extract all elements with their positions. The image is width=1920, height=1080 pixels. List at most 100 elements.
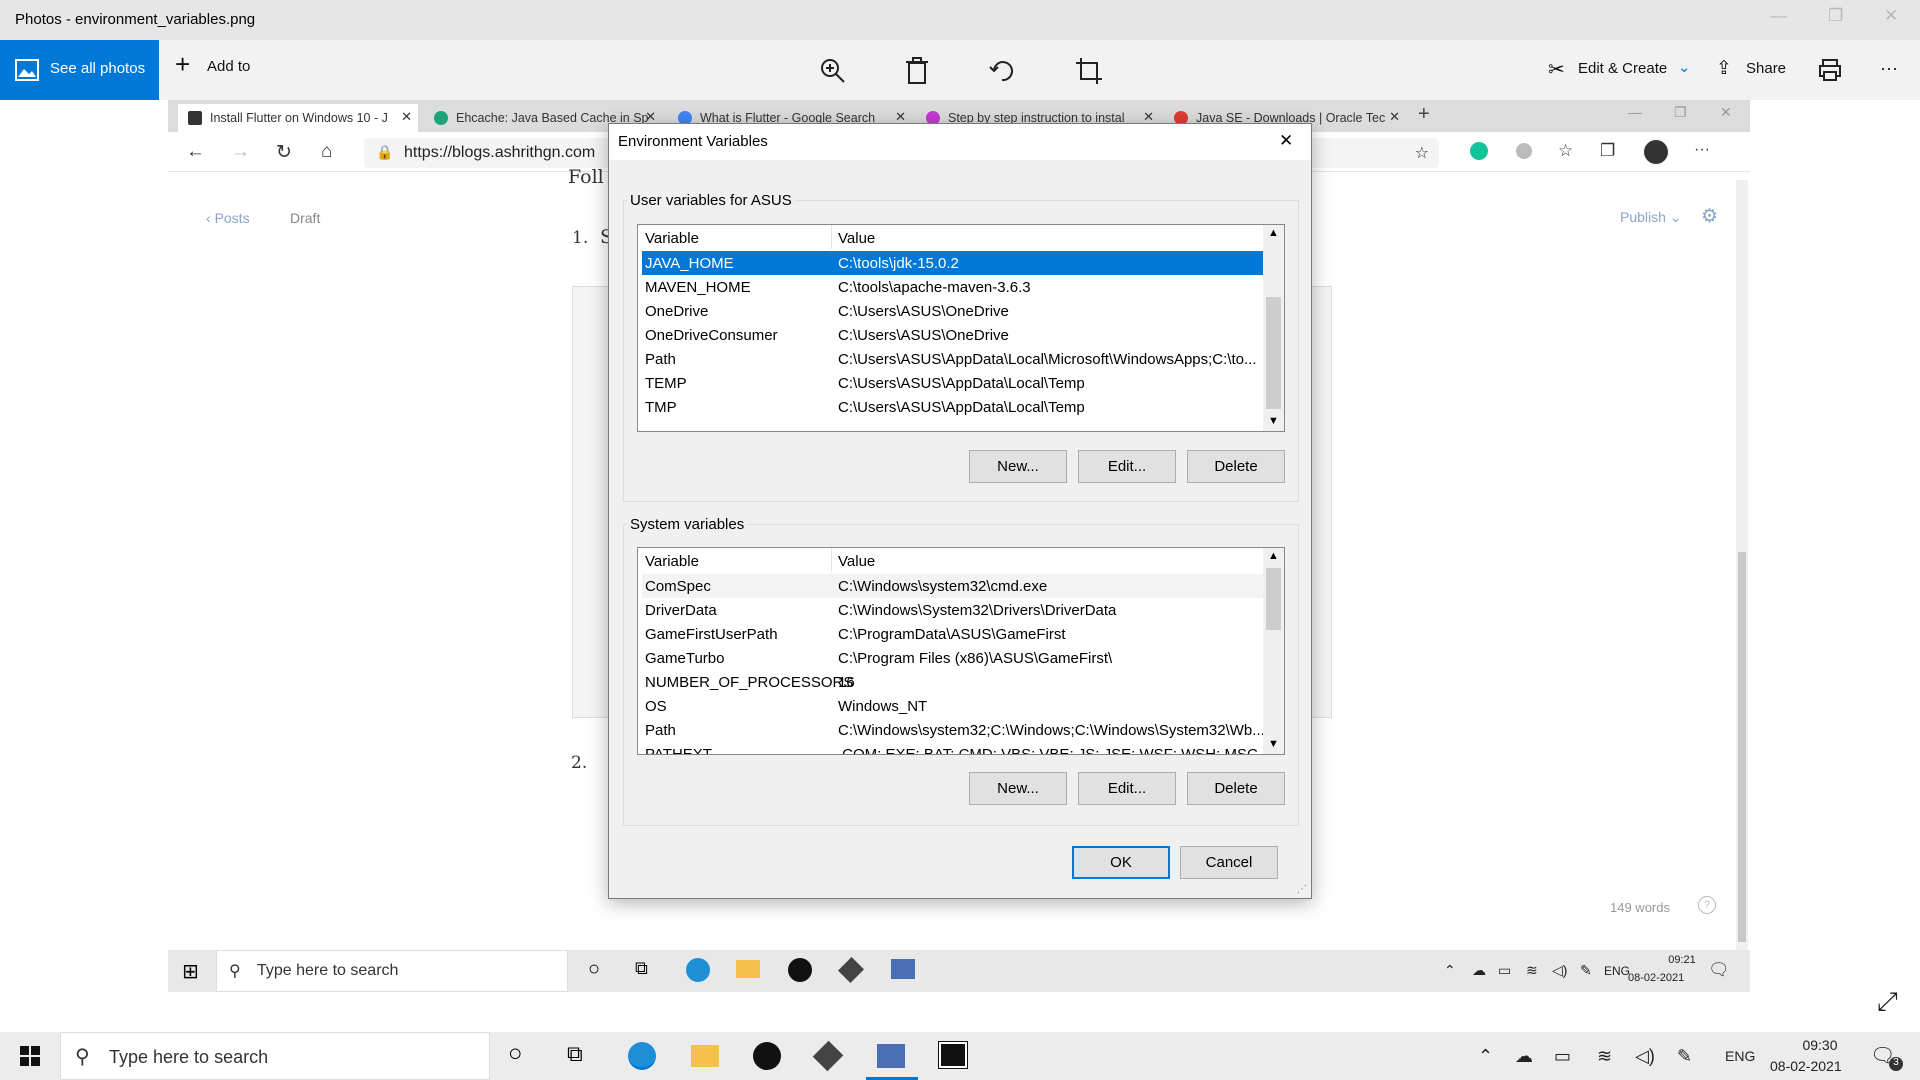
rotate-icon[interactable] (988, 57, 1016, 85)
language-indicator[interactable]: ENG (1604, 964, 1630, 978)
user-variable-row[interactable]: OneDriveConsumer C:\Users\ASUS\OneDrive (642, 323, 1264, 347)
user-variable-row[interactable]: Path C:\Users\ASUS\AppData\Local\Microsof… (642, 347, 1264, 371)
close-icon[interactable]: ✕ (1884, 6, 1898, 26)
home-icon[interactable]: ⌂ (321, 141, 332, 163)
wifi-icon[interactable]: ≋ (1597, 1046, 1612, 1067)
taskbar-search-box[interactable]: ⚲ Type here to search (60, 1032, 490, 1080)
browser-menu-icon[interactable]: ··· (1694, 141, 1710, 159)
settings-gear-icon[interactable]: ⚙ (1701, 205, 1718, 228)
browser-tab[interactable]: Install Flutter on Windows 10 - J ✕ (178, 104, 418, 132)
crop-icon[interactable] (1075, 57, 1103, 85)
scroll-up-icon[interactable]: ▲ (1268, 227, 1279, 239)
user-variable-row[interactable]: MAVEN_HOME C:\tools\apache-maven-3.6.3 (642, 275, 1264, 299)
file-explorer-icon[interactable] (736, 960, 760, 978)
delete-icon[interactable] (905, 57, 929, 85)
language-indicator[interactable]: ENG (1725, 1048, 1755, 1064)
see-all-photos-button[interactable]: See all photos (0, 40, 159, 100)
cortana-icon[interactable]: ○ (588, 958, 600, 981)
pen-icon[interactable]: ✎ (1580, 962, 1592, 979)
tray-chevron-icon[interactable]: ⌃ (1444, 962, 1456, 979)
onedrive-icon[interactable]: ☁ (1472, 962, 1486, 979)
windows-start-icon[interactable]: ⊞ (182, 959, 199, 984)
favorites-icon[interactable]: ☆ (1558, 141, 1573, 161)
scroll-thumb[interactable] (1266, 297, 1281, 409)
print-icon[interactable] (1818, 58, 1842, 82)
system-variable-row[interactable]: OS Windows_NT (642, 694, 1264, 718)
battery-icon[interactable]: ▭ (1498, 962, 1511, 979)
posts-link[interactable]: ‹ Posts (206, 210, 250, 226)
onedrive-icon[interactable]: ☁ (1515, 1046, 1533, 1067)
minimize-icon[interactable]: — (1770, 6, 1787, 26)
zoom-in-icon[interactable] (819, 57, 847, 85)
system-variable-row[interactable]: GameTurbo C:\Program Files (x86)\ASUS\Gam… (642, 646, 1264, 670)
ok-button[interactable]: OK (1072, 846, 1170, 879)
system-variables-list[interactable]: Variable Value ComSpec C:\Windows\system3… (637, 547, 1285, 755)
app-icon[interactable] (812, 1040, 844, 1072)
clock-date[interactable]: 08-02-2021 (1628, 972, 1684, 984)
scroll-thumb[interactable] (1266, 568, 1281, 630)
clock-time[interactable]: 09:30 (1790, 1037, 1850, 1053)
variable-column-header[interactable]: Variable (645, 230, 699, 247)
user-variables-list[interactable]: Variable Value JAVA_HOME C:\tools\jdk-15.… (637, 224, 1285, 432)
back-icon[interactable]: ← (186, 141, 205, 163)
resize-grip-icon[interactable]: ⋰ (1297, 884, 1307, 895)
cancel-button[interactable]: Cancel (1180, 846, 1278, 879)
cortana-icon[interactable]: ○ (508, 1040, 523, 1068)
tray-chevron-icon[interactable]: ⌃ (1478, 1046, 1493, 1067)
system-properties-icon[interactable] (891, 959, 915, 979)
user-variable-row[interactable]: TMP C:\Users\ASUS\AppData\Local\Temp (642, 395, 1264, 419)
system-edit-button[interactable]: Edit... (1078, 772, 1176, 805)
scroll-up-icon[interactable]: ▲ (1268, 550, 1279, 562)
system-variable-row[interactable]: Path C:\Windows\system32;C:\Windows;C:\Wi… (642, 718, 1265, 742)
volume-icon[interactable]: ◁) (1552, 962, 1567, 979)
system-variable-row[interactable]: GameFirstUserPath C:\ProgramData\ASUS\Gam… (642, 622, 1264, 646)
system-properties-icon[interactable] (877, 1044, 905, 1068)
system-variable-row[interactable]: PATHEXT .COM;.EXE;.BAT;.CMD;.VBS;.VBE;.JS… (642, 742, 1264, 754)
more-options-button[interactable]: ··· (1880, 58, 1898, 79)
extension-icon[interactable] (1516, 143, 1532, 159)
notification-icon[interactable]: 🗨 (1708, 960, 1730, 980)
user-variable-row[interactable]: JAVA_HOME C:\tools\jdk-15.0.2 (642, 251, 1264, 275)
user-variable-row[interactable]: TEMP C:\Users\ASUS\AppData\Local\Temp (642, 371, 1264, 395)
grammarly-icon[interactable] (1470, 142, 1488, 160)
volume-icon[interactable]: ◁) (1635, 1046, 1655, 1067)
app-icon[interactable] (837, 956, 865, 984)
dialog-close-icon[interactable]: ✕ (1279, 131, 1293, 151)
task-view-icon[interactable]: ⧉ (635, 958, 648, 979)
system-delete-button[interactable]: Delete (1187, 772, 1285, 805)
battery-icon[interactable]: ▭ (1554, 1046, 1571, 1067)
browser-minimize-icon[interactable]: — (1628, 104, 1642, 120)
value-column-header[interactable]: Value (838, 553, 875, 570)
browser-close-icon[interactable]: ✕ (1720, 104, 1732, 121)
system-variable-row[interactable]: ComSpec C:\Windows\system32\cmd.exe (642, 574, 1264, 598)
task-view-icon[interactable]: ⧉ (567, 1041, 583, 1067)
pen-icon[interactable]: ✎ (1677, 1046, 1692, 1067)
favorite-add-icon[interactable]: ☆ (1415, 143, 1429, 163)
clock-date[interactable]: 08-02-2021 (1770, 1058, 1842, 1074)
system-list-scrollbar[interactable]: ▲ ▼ (1263, 548, 1284, 754)
windows-start-icon[interactable] (20, 1046, 40, 1066)
scroll-down-icon[interactable]: ▼ (1268, 415, 1279, 427)
file-explorer-icon[interactable] (691, 1045, 719, 1067)
wifi-icon[interactable]: ≋ (1526, 962, 1538, 979)
expand-icon[interactable]: ⤢ (1877, 986, 1898, 1018)
user-delete-button[interactable]: Delete (1187, 450, 1285, 483)
user-new-button[interactable]: New... (969, 450, 1067, 483)
clock-time[interactable]: 09:21 (1652, 954, 1712, 966)
edge-icon[interactable] (686, 958, 710, 982)
photos-app-icon[interactable] (938, 1041, 968, 1069)
page-scrollbar[interactable] (1736, 180, 1748, 950)
edge-icon[interactable] (628, 1042, 656, 1070)
help-icon[interactable]: ? (1698, 896, 1716, 914)
refresh-icon[interactable]: ↻ (276, 141, 292, 164)
xbox-icon[interactable] (788, 958, 812, 982)
profile-avatar[interactable] (1644, 140, 1668, 164)
collections-icon[interactable]: ❐ (1600, 141, 1615, 161)
user-variable-row[interactable]: OneDrive C:\Users\ASUS\OneDrive (642, 299, 1264, 323)
close-tab-icon[interactable]: ✕ (1389, 109, 1400, 125)
inner-search-box[interactable]: ⚲ Type here to search (216, 950, 568, 992)
system-variable-row[interactable]: NUMBER_OF_PROCESSORS 16 (642, 670, 1264, 694)
xbox-icon[interactable] (753, 1042, 781, 1070)
new-tab-icon[interactable]: + (1418, 103, 1430, 126)
variable-column-header[interactable]: Variable (645, 553, 699, 570)
